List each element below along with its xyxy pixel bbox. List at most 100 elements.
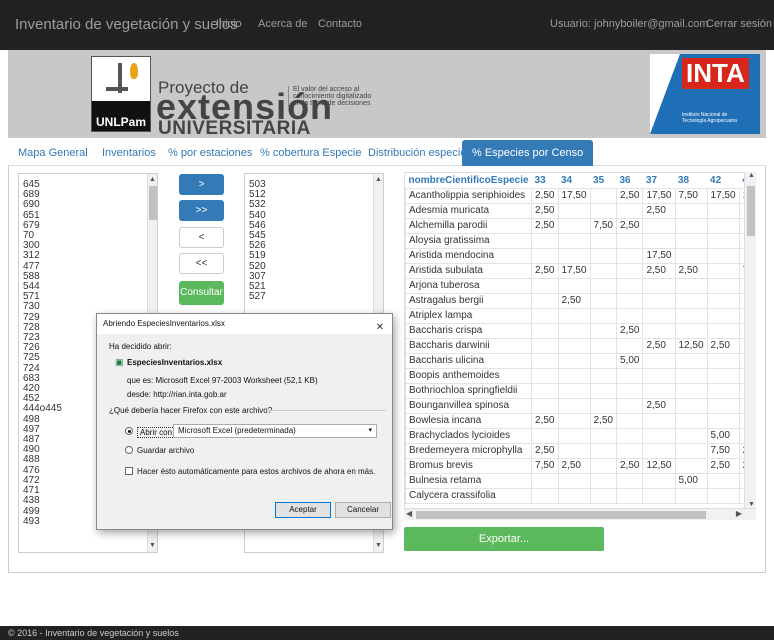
open-with-radio[interactable] (125, 427, 133, 435)
dialog-title: Abriendo EspeciesInventarios.xlsx (103, 319, 225, 328)
inta-logo-text: INTA (682, 58, 749, 89)
tab-distribucion-especie[interactable]: Distribución especie (362, 140, 472, 166)
list-item[interactable]: 477 (23, 261, 157, 272)
species-name-cell: Baccharis ulicina (405, 352, 533, 369)
list-item[interactable]: 512 (249, 189, 383, 200)
table-cell: 17,50 (706, 187, 740, 204)
column-header[interactable]: 42 (707, 173, 739, 188)
table-cell: 2,50 (642, 202, 676, 219)
move-all-right-button[interactable]: >> (179, 200, 224, 221)
list-item[interactable]: 571 (23, 292, 157, 302)
save-file-label[interactable]: Guardar archivo (137, 446, 194, 455)
table-cell (706, 322, 740, 339)
column-header[interactable]: 37 (643, 173, 675, 188)
table-cell (589, 262, 618, 279)
auto-action-label[interactable]: Hacer ésto automáticamente para estos ar… (137, 467, 375, 476)
open-with-label[interactable]: Abrir con (137, 427, 176, 438)
list-item[interactable]: 532 (249, 200, 383, 210)
accept-button[interactable]: Aceptar (275, 502, 331, 518)
column-header[interactable]: 33 (532, 173, 558, 188)
list-item[interactable]: 545 (249, 230, 383, 241)
table-cell (642, 322, 676, 339)
column-header[interactable]: 38 (675, 173, 707, 188)
move-left-button[interactable]: < (179, 227, 224, 248)
table-row: Aloysia gratissima2 (405, 232, 755, 249)
table-cell (674, 307, 708, 324)
cancel-button[interactable]: Cancelar (335, 502, 391, 518)
list-item[interactable]: 519 (249, 251, 383, 261)
list-item[interactable]: 690 (23, 200, 157, 210)
table-cell (557, 382, 591, 399)
table-cell (531, 247, 559, 264)
tab-cobertura-especie[interactable]: % cobertura Especie (254, 140, 368, 166)
move-all-left-button[interactable]: << (179, 253, 224, 274)
list-item[interactable]: 521 (249, 281, 383, 292)
column-header[interactable]: 35 (590, 173, 616, 188)
list-item[interactable]: 300 (23, 241, 157, 251)
nav-contacto[interactable]: Contacto (318, 18, 362, 30)
table-cell (557, 277, 591, 294)
list-item[interactable]: 312 (23, 251, 157, 261)
table-cell (674, 487, 708, 504)
table-cell (642, 307, 676, 324)
nav-acerca[interactable]: Acerca de (258, 18, 308, 30)
species-name-cell: Bounganvillea spinosa (405, 397, 533, 414)
list-item[interactable]: 526 (249, 241, 383, 251)
list-item[interactable]: 70 (23, 230, 157, 241)
brand-title[interactable]: Inventario de vegetación y suelos (15, 16, 238, 33)
table-cell: 17,50 (642, 247, 676, 264)
user-label: Usuario: johnyboiler@gmail.com (550, 18, 709, 30)
nav-inicio[interactable]: Inicio (216, 18, 242, 30)
close-icon[interactable]: ✕ (376, 318, 384, 338)
table-cell (531, 397, 559, 414)
table-body: Acantholippia seriphioides 2,50 17,50 2,50 1… (405, 187, 755, 504)
consult-button[interactable]: Consultar (179, 281, 224, 305)
table-cell (615, 472, 644, 489)
tab-mapa-general[interactable]: Mapa General (12, 140, 94, 166)
list-item[interactable]: 546 (249, 220, 383, 231)
inta-subtitle: Instituto Nacional de Tecnología Agropec… (682, 112, 738, 124)
table-cell (674, 382, 708, 399)
table-cell (615, 292, 644, 309)
table-cell (674, 292, 708, 309)
list-item[interactable]: 730 (23, 302, 157, 312)
logout-link[interactable]: Cerrar sesión (706, 18, 772, 30)
species-name-cell: Boopis anthemoides (405, 367, 533, 384)
list-item[interactable]: 540 (249, 210, 383, 221)
table-row: Brachyclados lycioides5,007,50 (405, 427, 755, 444)
open-with-app-select[interactable]: Microsoft Excel (predeterminada) ▾ (173, 424, 377, 438)
dialog-question: ¿Qué debería hacer Firefox con este arch… (109, 406, 273, 415)
grid-horizontal-scrollbar[interactable]: ◀ ▶ (404, 508, 756, 520)
list-item[interactable]: 645 (23, 179, 157, 190)
list-item[interactable]: 527 (249, 292, 383, 302)
auto-action-checkbox[interactable] (125, 467, 133, 475)
table-header-row: nombreCientificoEspecie33343536373842464… (406, 173, 756, 188)
list-item[interactable]: 689 (23, 189, 157, 200)
tab-inventarios[interactable]: Inventarios (96, 140, 162, 166)
list-item[interactable]: 520 (249, 261, 383, 272)
table-cell (589, 397, 618, 414)
list-item[interactable]: 544 (23, 281, 157, 292)
table-cell: 7,50 (531, 457, 559, 474)
table-cell (674, 322, 708, 339)
grid-vertical-scrollbar[interactable]: ▲ ▼ (744, 172, 756, 508)
column-header[interactable]: 34 (558, 173, 590, 188)
list-item[interactable]: 307 (249, 271, 383, 282)
list-item[interactable]: 503 (249, 179, 383, 190)
save-file-radio[interactable] (125, 446, 133, 454)
table-cell (706, 262, 740, 279)
list-item[interactable]: 651 (23, 210, 157, 221)
tab-por-estaciones[interactable]: % por estaciones (162, 140, 258, 166)
list-item[interactable]: 588 (23, 271, 157, 282)
export-button[interactable]: Exportar... (404, 527, 604, 551)
table-row: Bredemeyera microphylla2,507,502,50 (405, 442, 755, 459)
list-item[interactable]: 679 (23, 220, 157, 231)
move-right-button[interactable]: > (179, 174, 224, 195)
column-header[interactable]: 36 (617, 173, 643, 188)
dialog-filename: EspeciesInventarios.xlsx (127, 358, 223, 367)
table-cell (642, 352, 676, 369)
column-header[interactable]: nombreCientificoEspecie (406, 173, 532, 188)
tab-especies-por-censo[interactable]: % Especies por Censo (462, 140, 594, 166)
species-name-cell: Bowlesia incana (405, 412, 533, 429)
table-cell: 7,50 (674, 187, 708, 204)
